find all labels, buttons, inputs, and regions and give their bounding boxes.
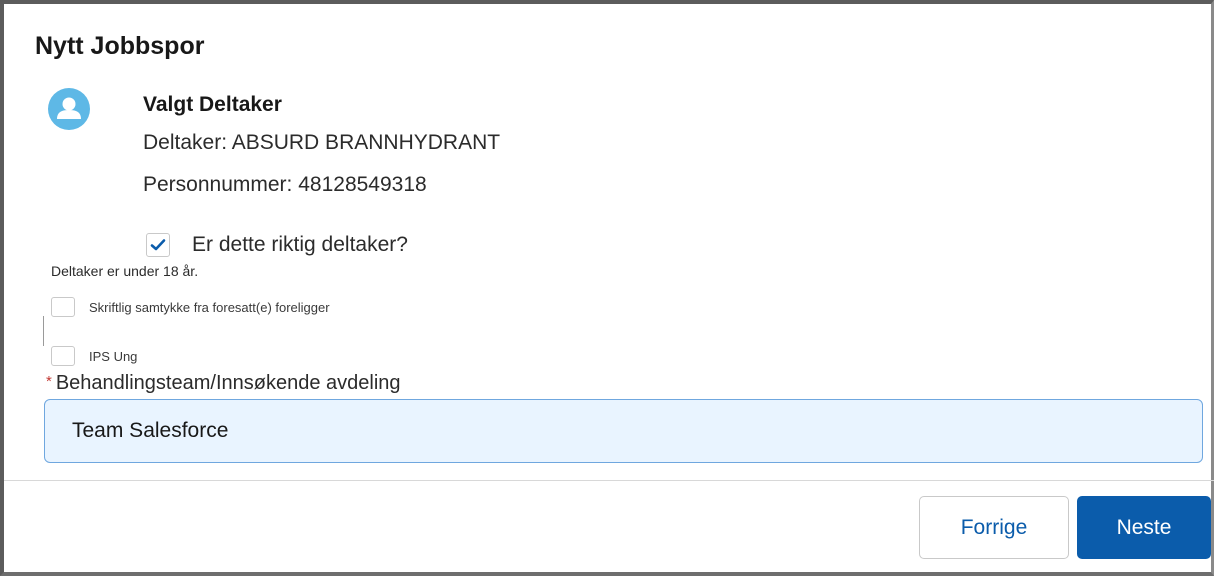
modal-window: Nytt Jobbspor Valgt Deltaker Deltaker: A… — [0, 0, 1214, 576]
user-avatar-icon — [48, 88, 90, 130]
consent-label: Skriftlig samtykke fra foresatt(e) forel… — [89, 299, 330, 315]
ips-ung-label: IPS Ung — [89, 348, 138, 364]
previous-button[interactable]: Forrige — [919, 496, 1069, 559]
team-field-label: * Behandlingsteam/Innsøkende avdeling — [46, 372, 401, 395]
confirm-participant-checkbox[interactable] — [146, 233, 170, 257]
option-ips-ung-row[interactable]: IPS Ung — [51, 346, 137, 366]
footer-divider — [4, 480, 1214, 481]
participant-id: Personnummer: 48128549318 — [143, 173, 427, 196]
ips-ung-checkbox[interactable] — [51, 346, 75, 366]
under-18-notice: Deltaker er under 18 år. — [51, 263, 199, 279]
participant-name: Deltaker: ABSURD BRANNHYDRANT — [143, 131, 501, 154]
option-consent-row[interactable]: Skriftlig samtykke fra foresatt(e) forel… — [51, 297, 330, 317]
team-input-value: Team Salesforce — [72, 419, 229, 442]
confirm-participant-row[interactable]: Er dette riktig deltaker? — [146, 233, 408, 257]
required-marker: * — [46, 373, 52, 390]
modal-title: Nytt Jobbspor — [35, 32, 205, 60]
checkmark-icon — [150, 239, 166, 251]
consent-checkbox[interactable] — [51, 297, 75, 317]
team-field-label-text: Behandlingsteam/Innsøkende avdeling — [55, 372, 401, 394]
participant-heading: Valgt Deltaker — [143, 93, 282, 116]
next-button[interactable]: Neste — [1077, 496, 1211, 559]
confirm-participant-label: Er dette riktig deltaker? — [192, 233, 408, 256]
team-input[interactable]: Team Salesforce — [44, 399, 1203, 463]
text-cursor — [43, 316, 44, 346]
